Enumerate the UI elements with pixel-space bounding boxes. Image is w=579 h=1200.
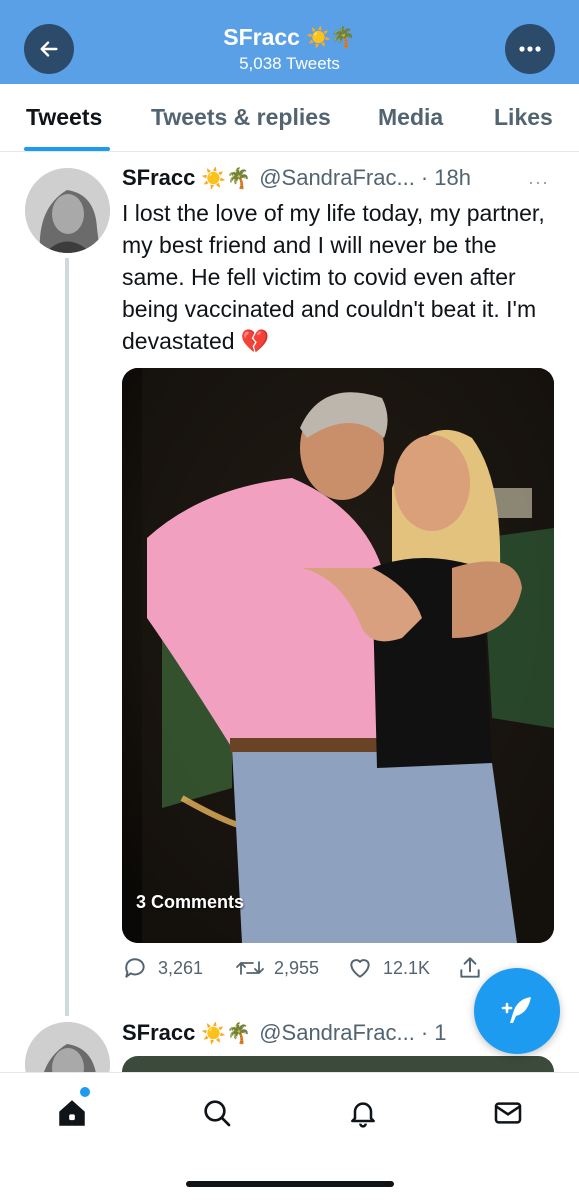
more-options-button[interactable] bbox=[505, 24, 555, 74]
share-icon bbox=[460, 957, 480, 978]
author-name[interactable]: SFracc bbox=[122, 165, 195, 191]
retweet-count: 2,955 bbox=[274, 957, 320, 978]
tweet-photo bbox=[122, 368, 554, 943]
mail-icon bbox=[494, 1102, 522, 1124]
header-title: SFracc bbox=[223, 24, 300, 50]
tweet-header: SFracc ☀️🌴 @SandraFrac... · 18h bbox=[122, 165, 471, 191]
retweet-icon bbox=[236, 961, 264, 975]
tweet-more-button[interactable]: ··· bbox=[528, 172, 549, 193]
profile-tabs: Tweets Tweets & replies Media Likes bbox=[0, 84, 579, 152]
nav-search[interactable] bbox=[197, 1093, 237, 1133]
nav-home[interactable] bbox=[52, 1093, 92, 1133]
notification-dot bbox=[80, 1087, 90, 1097]
nav-notifications[interactable] bbox=[343, 1093, 383, 1133]
reply-count: 3,261 bbox=[158, 957, 204, 978]
header-title-emoji: ☀️🌴 bbox=[305, 27, 356, 49]
tab-tweets[interactable]: Tweets bbox=[26, 104, 102, 131]
tab-tweets-replies[interactable]: Tweets & replies bbox=[151, 104, 331, 131]
compose-tweet-button[interactable] bbox=[474, 968, 560, 1054]
tweet-media[interactable]: 3 Comments bbox=[122, 368, 554, 943]
active-tab-indicator bbox=[24, 147, 110, 151]
tweet-text: I lost the love of my life today, my par… bbox=[122, 200, 545, 354]
media-caption: 3 Comments bbox=[136, 892, 245, 912]
tweet-time[interactable]: · 1 bbox=[421, 1020, 447, 1046]
thread-line bbox=[65, 258, 69, 1016]
avatar-photo bbox=[25, 168, 110, 253]
author-handle[interactable]: @SandraFrac... bbox=[259, 1020, 415, 1046]
reply-button[interactable]: 3,261 bbox=[122, 955, 203, 981]
author-handle[interactable]: @SandraFrac... bbox=[259, 165, 415, 191]
retweet-button[interactable]: 2,955 bbox=[236, 955, 319, 981]
bottom-navigation bbox=[0, 1072, 579, 1200]
home-icon bbox=[59, 1100, 85, 1126]
bell-icon bbox=[351, 1102, 375, 1128]
like-count: 12.1K bbox=[383, 957, 431, 978]
avatar[interactable] bbox=[25, 168, 110, 253]
tweet-header: SFracc ☀️🌴 @SandraFrac... · 1 bbox=[122, 1020, 447, 1046]
compose-feather-icon bbox=[501, 997, 531, 1023]
home-indicator[interactable] bbox=[186, 1181, 394, 1187]
tweet-time[interactable]: · 18h bbox=[421, 165, 471, 191]
heart-icon bbox=[350, 959, 370, 978]
tab-media[interactable]: Media bbox=[378, 104, 443, 131]
tweet-count: 5,038 Tweets bbox=[239, 54, 340, 73]
search-icon bbox=[204, 1100, 231, 1127]
author-emoji: ☀️🌴 bbox=[201, 167, 252, 190]
profile-header: SFracc ☀️🌴 5,038 Tweets bbox=[0, 0, 579, 84]
reply-icon bbox=[125, 958, 145, 978]
like-button[interactable]: 12.1K bbox=[347, 955, 430, 981]
author-emoji: ☀️🌴 bbox=[201, 1022, 252, 1045]
author-name[interactable]: SFracc bbox=[122, 1020, 195, 1046]
more-dots-icon bbox=[519, 46, 541, 52]
tab-likes[interactable]: Likes bbox=[494, 104, 553, 131]
share-button[interactable] bbox=[457, 955, 483, 981]
nav-messages[interactable] bbox=[488, 1093, 528, 1133]
